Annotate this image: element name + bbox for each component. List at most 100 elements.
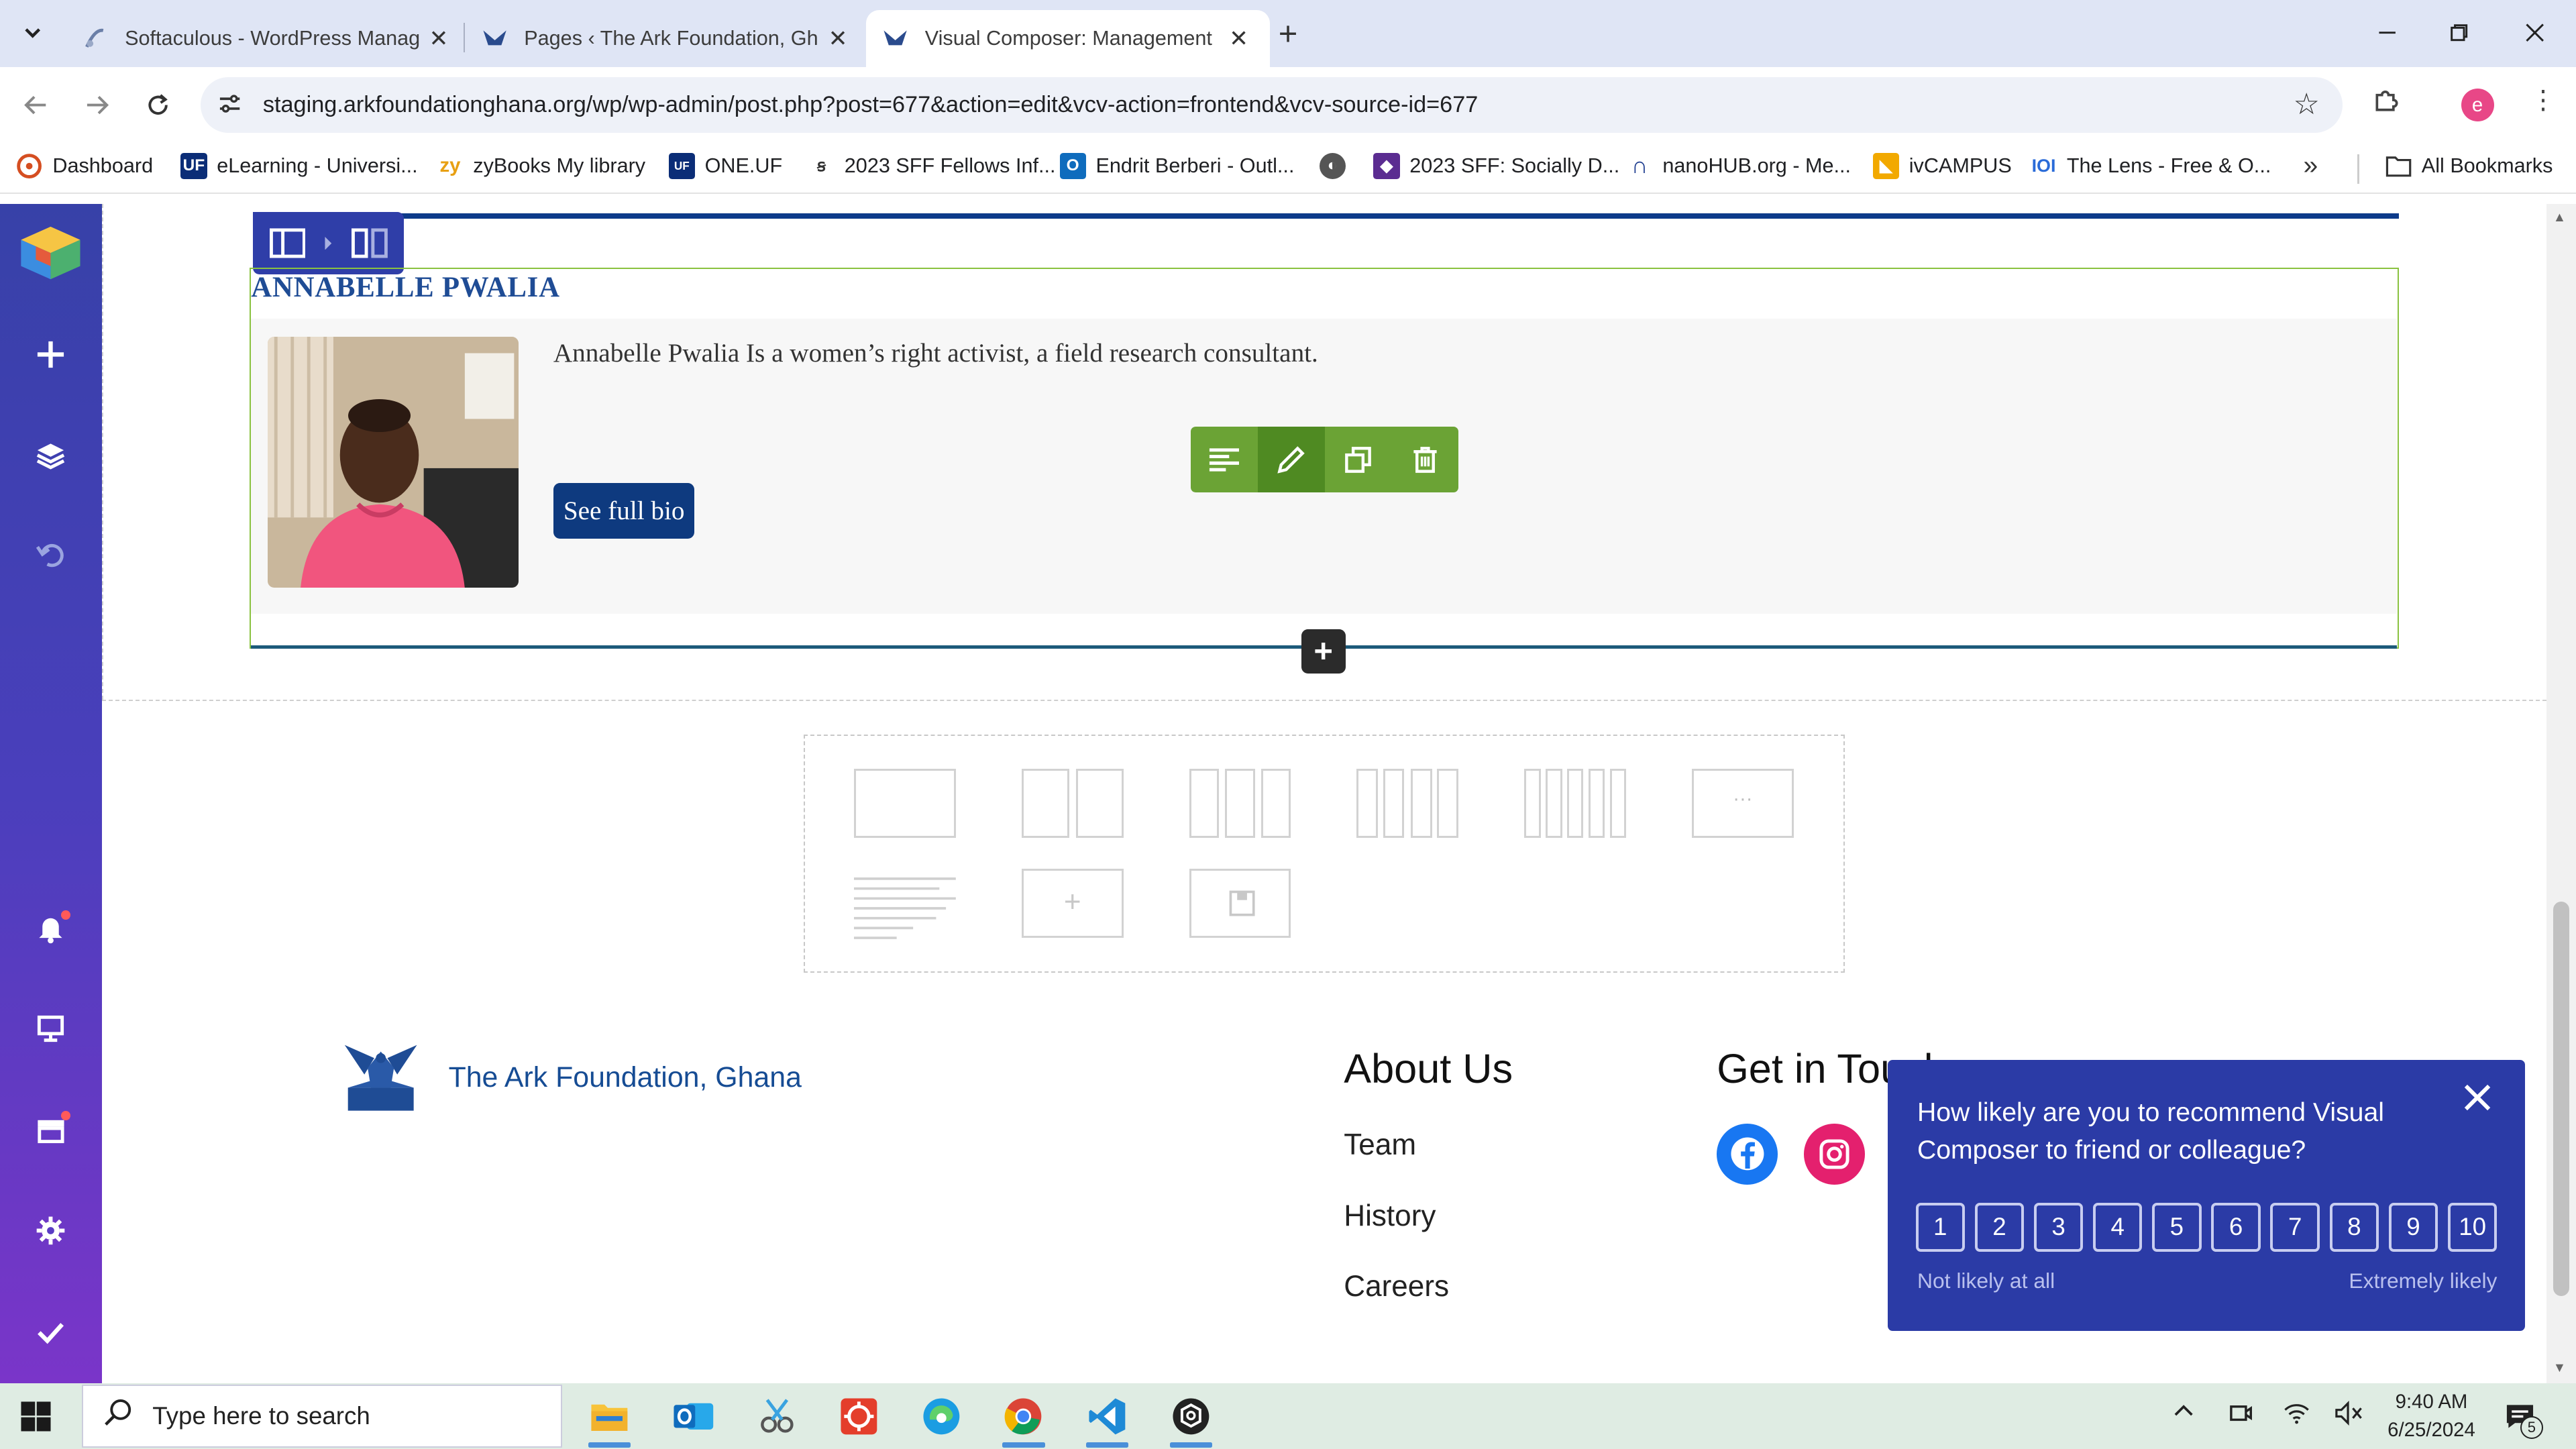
settings-button[interactable] [0,1197,102,1263]
footer-link-careers[interactable]: Careers [1344,1270,1449,1303]
score-option-10[interactable]: 10 [2447,1202,2498,1252]
browser-tab-pages[interactable]: Pages ‹ The Ark Foundation, Gh ✕ [465,10,869,68]
browser-tab-visual-composer[interactable]: Visual Composer: Management ✕ [865,9,1271,68]
layout-3-columns[interactable] [1189,768,1291,838]
bookmark-globe[interactable]: ◐ [1319,152,1356,179]
score-option-5[interactable]: 5 [2152,1202,2202,1252]
red-gear-app[interactable] [824,1390,894,1442]
add-element-button[interactable] [0,322,102,388]
close-survey-button[interactable] [2463,1079,2492,1121]
layout-4-columns[interactable] [1356,768,1459,838]
footer-link-team[interactable]: Team [1344,1128,1416,1162]
undo-button[interactable] [0,523,102,588]
notifications-button[interactable] [0,896,102,961]
folder-icon [2385,153,2412,179]
row-controls[interactable] [253,211,405,274]
back-button[interactable] [15,84,58,127]
score-option-2[interactable]: 2 [1974,1202,2025,1252]
minimize-button[interactable] [2349,13,2425,53]
edit-element-button[interactable] [1257,427,1325,493]
reload-button[interactable] [136,84,179,127]
wifi-icon[interactable] [2284,1400,2310,1432]
clone-element-button[interactable] [1325,427,1392,492]
show-hidden-icons-icon[interactable] [2172,1400,2195,1429]
action-center-button[interactable]: 5 [2500,1397,2544,1440]
add-text-block[interactable] [854,875,956,941]
scroll-down-arrow-icon[interactable]: ▼ [2553,1360,2566,1376]
browser-menu-icon[interactable]: ⋮ [2530,85,2556,115]
hub-button[interactable] [0,1097,102,1163]
bookmark-star-icon[interactable]: ☆ [2293,87,2320,121]
row-layout-icon[interactable] [269,227,306,260]
new-tab-button[interactable]: + [1269,15,1308,54]
layout-5-columns[interactable] [1524,768,1627,838]
score-option-8[interactable]: 8 [2329,1202,2379,1252]
windows-start-icon[interactable] [19,1400,52,1433]
all-bookmarks-button[interactable]: All Bookmarks [2385,153,2553,179]
bookmark-lens[interactable]: IOI The Lens - Free & O... [2031,153,2271,179]
close-window-button[interactable] [2497,13,2573,53]
score-option-6[interactable]: 6 [2211,1202,2261,1252]
layout-custom[interactable]: ··· [1692,768,1794,838]
footer-link-history[interactable]: History [1344,1199,1436,1233]
score-option-9[interactable]: 9 [2388,1202,2438,1252]
taskbar-search[interactable]: Type here to search [82,1385,562,1448]
scroll-up-arrow-icon[interactable]: ▲ [2553,210,2566,225]
see-full-bio-button[interactable]: See full bio [553,482,695,539]
column-layout-icon[interactable] [352,227,388,260]
team-member-element[interactable]: ANNABELLE PWALIA Annabelle Pwalia Is a w… [250,268,2399,649]
responsive-view-button[interactable] [0,996,102,1061]
meet-now-icon[interactable] [2228,1400,2254,1432]
close-tab-icon[interactable]: ✕ [1224,25,1254,52]
chrome-app[interactable] [989,1390,1058,1448]
snipping-tool-app[interactable] [743,1390,812,1442]
scrollbar-thumb[interactable] [2553,902,2570,1297]
score-option-4[interactable]: 4 [2092,1202,2143,1252]
publish-button[interactable] [0,1299,102,1365]
outlook-app[interactable] [659,1390,728,1442]
bookmark-outlook[interactable]: O Endrit Berberi - Outl... [1059,152,1294,179]
bookmark-elearning[interactable]: UF eLearning - Universi... [180,152,418,179]
system-clock[interactable]: 9:40 AM 6/25/2024 [2382,1388,2481,1444]
tree-view-button[interactable] [0,422,102,488]
layout-1-column[interactable] [854,768,956,838]
score-option-7[interactable]: 7 [2270,1202,2320,1252]
facebook-link[interactable] [1717,1124,1778,1185]
bookmark-oneuf[interactable]: UF ONE.UF [668,152,782,179]
delete-element-button[interactable] [1391,427,1458,492]
restore-button[interactable] [2422,13,2498,53]
org-name[interactable]: The Ark Foundation, Ghana [449,1061,802,1094]
add-element-inline-button[interactable]: + [1301,629,1346,674]
browser-tab-softaculous[interactable]: Softaculous - WordPress Manag ✕ [66,10,470,68]
forward-button[interactable] [76,84,119,127]
bookmark-sff-fellows[interactable]: ꞩ 2023 SFF Fellows Inf... [808,153,1055,179]
ark-foundation-logo[interactable] [338,1035,423,1120]
file-explorer-app[interactable] [575,1390,644,1448]
more-bookmarks-icon[interactable]: » [2303,151,2318,180]
bookmark-zybooks[interactable]: zy zyBooks My library [437,153,645,179]
score-option-1[interactable]: 1 [1915,1202,1965,1252]
close-tab-icon[interactable]: ✕ [424,25,453,52]
page-scrollbar[interactable]: ▲ ▼ [2546,203,2576,1384]
visual-composer-logo[interactable] [16,223,85,282]
site-settings-icon[interactable] [217,91,243,123]
close-tab-icon[interactable]: ✕ [823,25,853,52]
profile-avatar[interactable]: e [2461,89,2494,122]
edge-app[interactable] [907,1390,976,1442]
instagram-link[interactable] [1803,1124,1865,1185]
element-settings-button[interactable] [1191,427,1258,492]
score-option-3[interactable]: 3 [2033,1202,2084,1252]
vscode-app[interactable] [1073,1390,1142,1448]
chatgpt-app[interactable] [1157,1390,1226,1448]
bookmark-dashboard[interactable]: Dashboard [16,152,153,179]
volume-muted-icon[interactable] [2333,1400,2363,1432]
layout-2-columns[interactable] [1021,768,1124,838]
tab-search-button[interactable] [13,13,53,53]
address-bar[interactable]: staging.arkfoundationghana.org/wp/wp-adm… [200,77,2343,133]
extensions-puzzle-icon[interactable] [2372,85,2402,121]
add-element-placeholder[interactable]: + [1021,869,1124,938]
add-template-placeholder[interactable] [1189,869,1291,938]
bookmark-sff-socially[interactable]: ◆ 2023 SFF: Socially D... [1373,152,1619,179]
bookmark-ivcampus[interactable]: ◣ ivCAMPUS [1872,152,2012,179]
bookmark-nanohub[interactable]: ∩ nanoHUB.org - Me... [1627,153,1851,179]
